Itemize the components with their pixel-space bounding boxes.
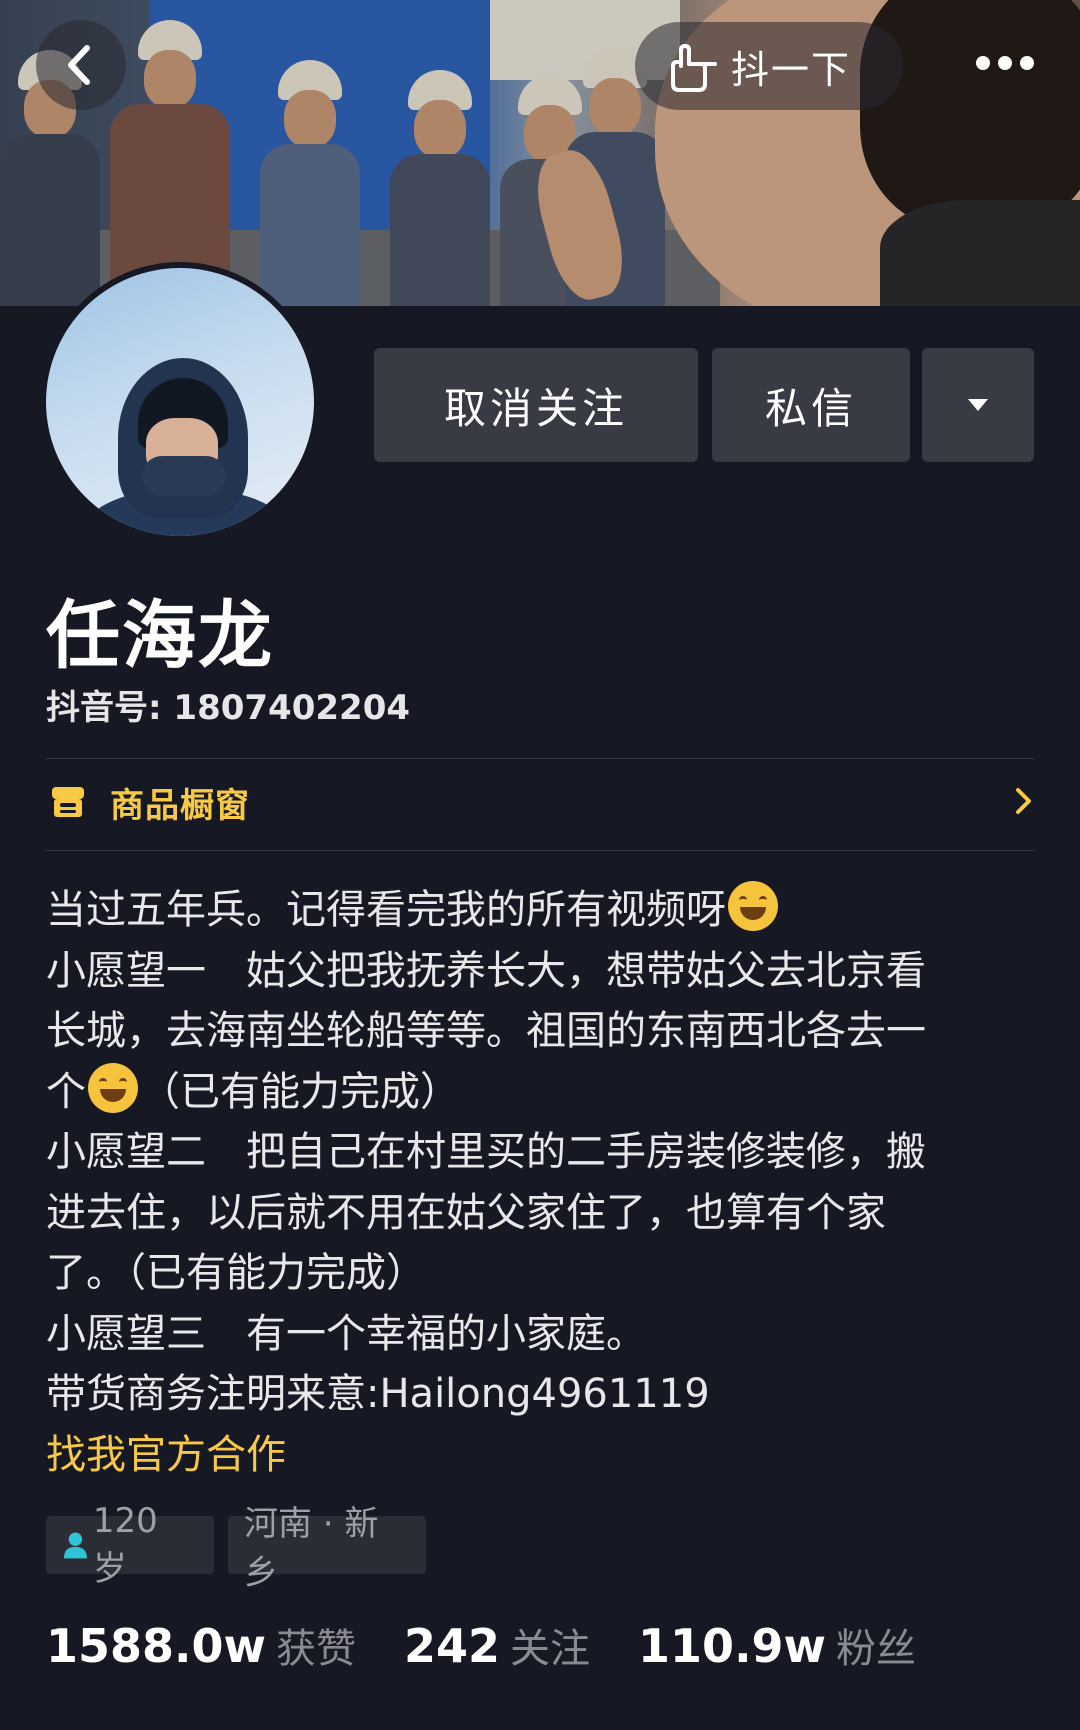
bio-line: 小愿望一 姑父把我抚养长大，想带姑父去北京看 [46, 947, 926, 994]
caret-down-icon [968, 399, 988, 411]
bio-line: 进去住，以后就不用在姑父家住了，也算有个家 [46, 1189, 886, 1236]
back-arrow-icon [68, 45, 90, 85]
followers-stat[interactable]: 110.9w 粉丝 [638, 1616, 916, 1674]
likes-count: 1588.0w [46, 1619, 267, 1673]
bio-line: 小愿望二 把自己在村里买的二手房装修装修，搬 [46, 1129, 926, 1175]
bio-line: 带货商务注明来意:Hailong4961119 [46, 1371, 710, 1417]
bio-text: （已有能力完成） [140, 1068, 460, 1115]
profile-name: 任海龙 [46, 593, 274, 679]
bio-text: 个 [46, 1068, 86, 1115]
age-tag: 120 岁 [46, 1501, 214, 1589]
bio-line: 找我官方合作 [46, 1425, 1036, 1486]
douyin-id: 抖音号: 1807402204 [46, 688, 411, 728]
bio-line: 长城，去海南坐轮船等等。祖国的东南西北各去一 [46, 1008, 926, 1054]
likes-stat[interactable]: 1588.0w 获赞 [46, 1616, 356, 1674]
unfollow-button[interactable]: 取消关注 [374, 348, 698, 462]
followers-count: 110.9w [638, 1619, 827, 1673]
message-button[interactable]: 私信 [712, 348, 910, 462]
bio: 当过五年兵。记得看完我的所有视频呀 小愿望一 姑父把我抚养长大，想带姑父去北京看… [46, 880, 1036, 1485]
hand-pointer-icon [671, 44, 717, 92]
dropdown-button[interactable] [922, 348, 1034, 462]
followers-label: 粉丝 [836, 1626, 917, 1672]
cover-shade [0, 0, 1080, 306]
person-icon [63, 1532, 87, 1559]
official-cooperation-link[interactable]: 找我官方合作 [46, 1432, 286, 1478]
shake-button[interactable]: 抖一下 [635, 22, 903, 110]
following-label: 关注 [510, 1626, 591, 1672]
shop-window-label: 商品橱窗 [110, 785, 250, 826]
more-options-button[interactable] [960, 44, 1040, 84]
avatar-image [46, 268, 314, 536]
shake-label: 抖一下 [731, 47, 852, 92]
likes-label: 获赞 [276, 1626, 357, 1672]
location-label: 河南 · 新乡 [244, 1504, 379, 1593]
stats-row: 1588.0w 获赞 242 关注 110.9w 粉丝 [46, 1616, 964, 1674]
back-button[interactable] [36, 20, 126, 110]
divider [46, 758, 1034, 759]
bio-text: 当过五年兵。记得看完我的所有视频呀 [46, 887, 726, 933]
shop-window-icon [52, 787, 84, 817]
age-label: 120 岁 [92, 1500, 158, 1589]
avatar[interactable] [40, 262, 320, 542]
cover-photo [0, 0, 1080, 306]
divider [46, 850, 1034, 851]
location-tag: 河南 · 新乡 [228, 1504, 426, 1593]
bio-line: 了。（已有能力完成） [46, 1250, 426, 1296]
bio-line: 小愿望三 有一个幸福的小家庭。 [46, 1310, 646, 1357]
following-stat[interactable]: 242 关注 [404, 1616, 590, 1674]
bio-line: 个 （已有能力完成） [46, 1062, 1036, 1123]
shop-window-row[interactable]: 商品橱窗 [46, 760, 1034, 844]
following-count: 242 [404, 1619, 501, 1673]
grinning-squint-emoji [728, 881, 778, 931]
grinning-emoji [88, 1062, 138, 1113]
bio-line: 当过五年兵。记得看完我的所有视频呀 [46, 880, 1036, 941]
chevron-right-icon [1016, 788, 1031, 814]
